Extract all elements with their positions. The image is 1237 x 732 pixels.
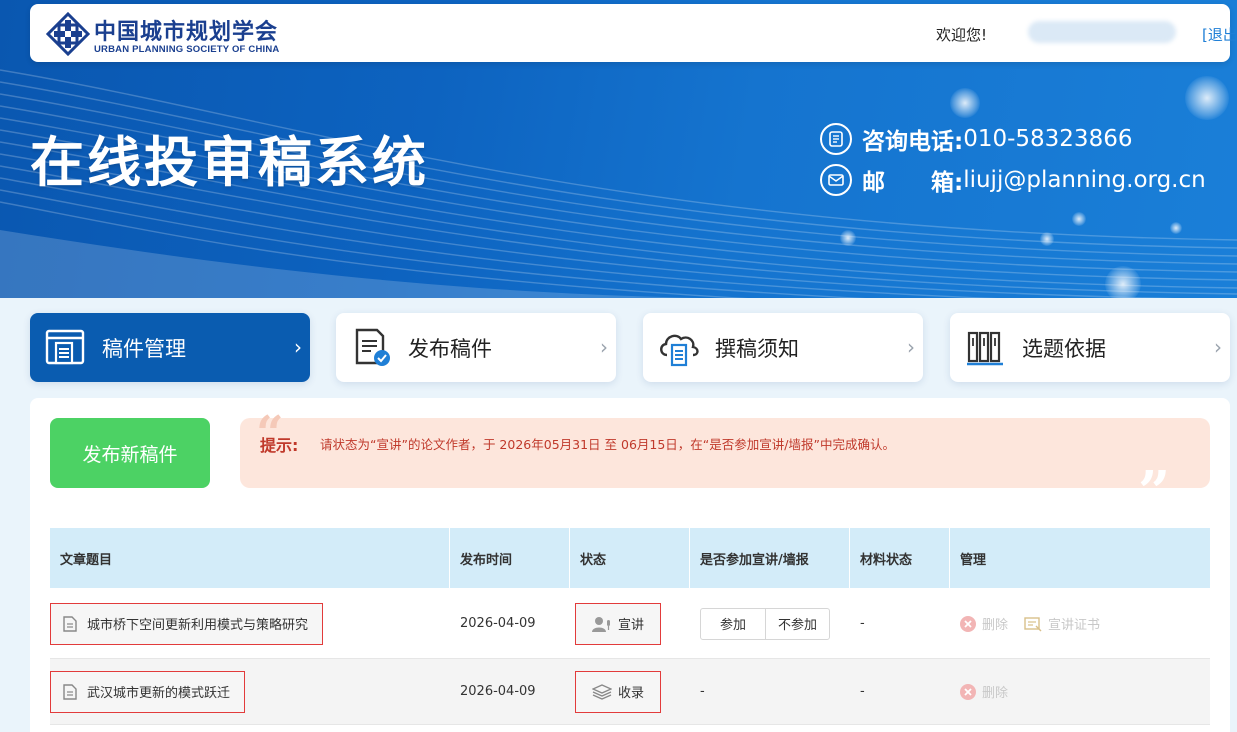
cell-material: - <box>860 684 865 699</box>
contact-email: 邮 箱: liujj@planning.org.cn <box>820 163 1206 197</box>
certificate-label: 宣讲证书 <box>1048 618 1101 633</box>
email-address: liujj@planning.org.cn <box>963 167 1206 193</box>
document-icon <box>63 683 77 700</box>
column-header-date: 发布时间 <box>450 528 570 588</box>
manuscript-window-icon <box>44 326 88 370</box>
column-header-title: 文章题目 <box>50 528 450 588</box>
join-yes-button[interactable]: 参加 <box>701 609 765 639</box>
manuscript-title-link[interactable]: 城市桥下空间更新利用模式与策略研究 <box>50 602 324 645</box>
phone-label: 咨询电话: <box>862 129 964 155</box>
join-toggle-group: 参加 不参加 <box>700 607 830 640</box>
speaker-presenter-icon <box>592 616 610 632</box>
publish-new-manuscript-button[interactable]: 发布新稿件 <box>50 418 210 488</box>
chevron-right-icon: › <box>907 335 915 359</box>
cell-join: 参加 不参加 <box>690 589 850 658</box>
document-check-icon <box>350 326 394 370</box>
banner-bubble <box>1072 212 1086 226</box>
header-banner: 中国城市规划学会 URBAN PLANNING SOCIETY OF CHINA… <box>0 0 1237 298</box>
cell-material: - <box>860 616 865 631</box>
logo-english-name: URBAN PLANNING SOCIETY OF CHINA <box>94 44 280 55</box>
chevron-right-icon: › <box>294 335 302 359</box>
cell-title: 城市桥下空间更新利用模式与策略研究 <box>50 589 450 658</box>
layers-collected-icon <box>592 683 612 700</box>
cell-manage: 删除 宣讲证书 <box>950 589 1210 658</box>
chevron-right-icon: › <box>1214 335 1222 359</box>
welcome-text: 欢迎您! <box>936 26 988 44</box>
site-logo[interactable]: 中国城市规划学会 URBAN PLANNING SOCIETY OF CHINA <box>46 10 280 58</box>
column-header-material: 材料状态 <box>850 528 950 588</box>
username-redacted <box>1028 21 1176 43</box>
cell-join: - <box>700 684 705 699</box>
delete-circle-icon <box>960 615 976 632</box>
cell-status: 收录 <box>570 659 690 724</box>
nav-manuscript-management[interactable]: 稿件管理 › <box>30 313 310 382</box>
manuscript-title: 武汉城市更新的模式跃迁 <box>87 686 231 701</box>
mail-icon <box>820 164 852 196</box>
banner-bubble <box>950 88 980 118</box>
notice-box: “ 提示: 请状态为“宣讲”的论文作者，于 2026年05月31日 至 06月1… <box>240 406 1210 520</box>
banner-bubble <box>1105 266 1141 298</box>
status-text: 宣讲 <box>618 618 645 633</box>
column-header-join: 是否参加宣讲/墙报 <box>690 528 850 588</box>
table-header: 文章题目 发布时间 状态 是否参加宣讲/墙报 材料状态 管理 <box>50 528 1210 588</box>
cell-date: 2026-04-09 <box>460 616 536 631</box>
cell-date: 2026-04-09 <box>460 684 536 699</box>
banner-bubble <box>840 230 856 246</box>
books-icon <box>964 326 1008 370</box>
column-header-manage: 管理 <box>960 552 987 568</box>
notice-label: 提示: <box>260 436 299 455</box>
certificate-button[interactable]: 宣讲证书 <box>1024 614 1100 633</box>
nav-topic-basis[interactable]: 选题依据 › <box>950 313 1230 382</box>
nav-label: 稿件管理 <box>102 336 186 361</box>
manuscript-title: 城市桥下空间更新利用模式与策略研究 <box>87 618 309 633</box>
table-row: 城市桥下空间更新利用模式与策略研究 2026-04-09 宣讲 参加 不参加 -… <box>50 589 1210 659</box>
delete-label: 删除 <box>982 618 1009 633</box>
cell-title: 武汉城市更新的模式跃迁 <box>50 659 450 724</box>
logout-link[interactable]: [退出] <box>1202 24 1237 45</box>
email-label: 邮 箱: <box>862 170 964 196</box>
nav-writing-guide[interactable]: 撰稿须知 › <box>643 313 923 382</box>
contact-phone: 咨询电话: 010-58323866 <box>820 122 1132 156</box>
certificate-icon <box>1024 616 1042 631</box>
top-bar: 中国城市规划学会 URBAN PLANNING SOCIETY OF CHINA… <box>30 4 1237 62</box>
delete-button[interactable]: 删除 <box>960 682 1008 701</box>
column-header-status: 状态 <box>570 528 690 588</box>
status-badge: 收录 <box>575 670 662 713</box>
status-text: 收录 <box>618 686 645 701</box>
chevron-right-icon: › <box>600 335 608 359</box>
close-quote-icon: ” <box>1138 459 1171 525</box>
nav-publish-manuscript[interactable]: 发布稿件 › <box>336 313 616 382</box>
phone-icon <box>820 123 852 155</box>
notice-text: 请状态为“宣讲”的论文作者，于 2026年05月31日 至 06月15日，在“是… <box>320 437 895 452</box>
banner-bubble <box>1170 222 1182 234</box>
banner-bubble <box>1040 232 1054 246</box>
manuscript-title-link[interactable]: 武汉城市更新的模式跃迁 <box>50 670 246 713</box>
cloud-document-icon <box>657 326 701 370</box>
cell-manage: 删除 <box>950 659 1210 724</box>
logo-chinese-name: 中国城市规划学会 <box>94 19 279 45</box>
nav-label: 选题依据 <box>1022 336 1106 361</box>
banner-bubble <box>1185 76 1229 120</box>
delete-button[interactable]: 删除 <box>960 614 1008 633</box>
table-row: 武汉城市更新的模式跃迁 2026-04-09 收录 - - 删除 <box>50 659 1210 725</box>
cell-status: 宣讲 <box>570 589 690 658</box>
delete-label: 删除 <box>982 686 1009 701</box>
nav-label: 发布稿件 <box>408 336 492 361</box>
join-no-button[interactable]: 不参加 <box>765 608 829 639</box>
status-badge: 宣讲 <box>575 602 662 645</box>
nav-label: 撰稿须知 <box>715 336 799 361</box>
document-icon <box>63 615 77 632</box>
phone-number: 010-58323866 <box>963 126 1133 152</box>
society-logo-icon <box>46 12 90 56</box>
system-title: 在线投审稿系统 <box>30 131 429 194</box>
delete-circle-icon <box>960 683 976 700</box>
